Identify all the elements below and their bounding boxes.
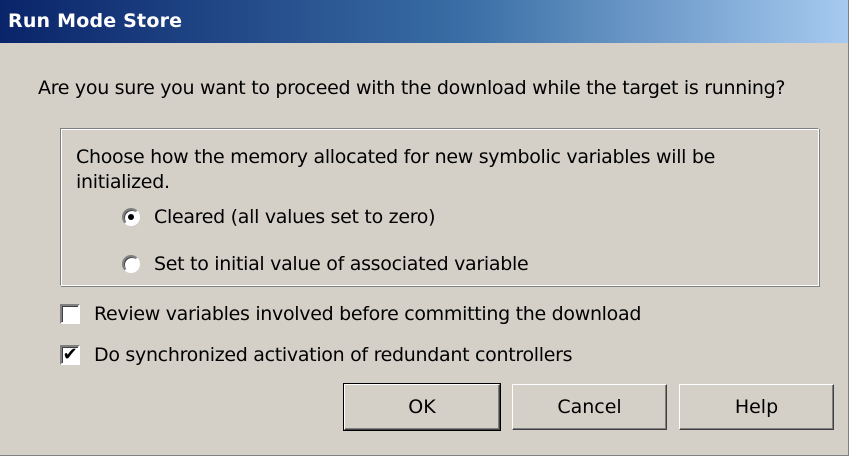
title-bar[interactable]: Run Mode Store bbox=[0, 0, 848, 43]
radio-cleared[interactable]: Cleared (all values set to zero) bbox=[122, 206, 436, 228]
run-mode-store-dialog: Run Mode Store Are you sure you want to … bbox=[0, 0, 849, 456]
help-button[interactable]: Help bbox=[679, 384, 834, 430]
confirmation-prompt: Are you sure you want to proceed with th… bbox=[38, 77, 786, 99]
checkbox-sync-activation-label[interactable]: Do synchronized activation of redundant … bbox=[94, 344, 573, 366]
checkbox-review-variables[interactable]: Review variables involved before committ… bbox=[60, 303, 641, 325]
radio-cleared-button[interactable] bbox=[122, 208, 140, 226]
radio-cleared-label[interactable]: Cleared (all values set to zero) bbox=[154, 206, 436, 228]
radio-initial-value[interactable]: Set to initial value of associated varia… bbox=[122, 253, 529, 275]
radio-initial-value-button[interactable] bbox=[122, 255, 140, 273]
checkbox-review-variables-label[interactable]: Review variables involved before committ… bbox=[94, 303, 641, 325]
cancel-button[interactable]: Cancel bbox=[512, 384, 667, 430]
ok-button[interactable]: OK bbox=[343, 383, 501, 431]
checkbox-sync-activation[interactable]: ✔ Do synchronized activation of redundan… bbox=[60, 344, 573, 366]
checkbox-sync-activation-box[interactable]: ✔ bbox=[60, 345, 80, 365]
dialog-title: Run Mode Store bbox=[8, 10, 183, 32]
memory-init-description: Choose how the memory allocated for new … bbox=[76, 146, 716, 193]
checkbox-review-variables-box[interactable] bbox=[60, 304, 80, 324]
radio-initial-value-label[interactable]: Set to initial value of associated varia… bbox=[154, 253, 529, 275]
